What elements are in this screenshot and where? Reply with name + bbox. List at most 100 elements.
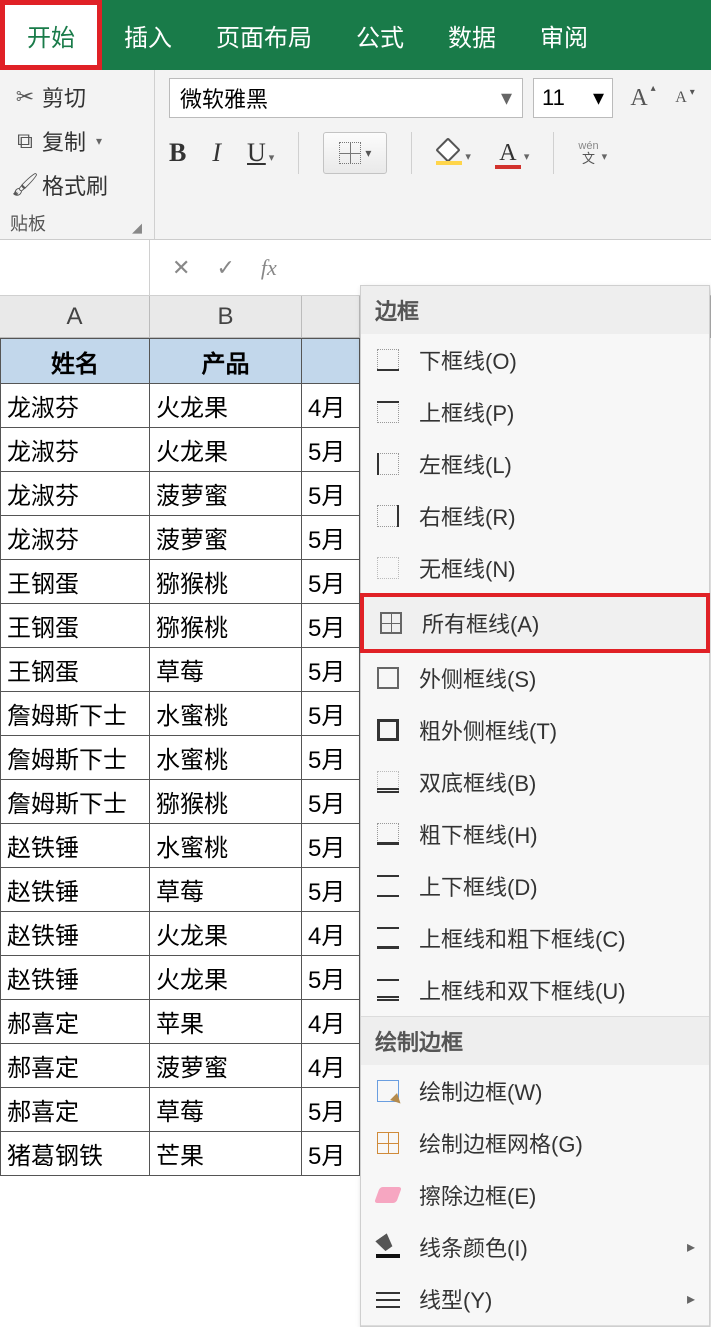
font-size-select[interactable]: 11 ▾: [533, 78, 613, 118]
cell[interactable]: 5月: [302, 736, 360, 780]
insert-function-button[interactable]: fx: [261, 255, 277, 281]
cell[interactable]: 郝喜定: [0, 1088, 150, 1132]
cell[interactable]: 龙淑芬: [0, 428, 150, 472]
tab-home[interactable]: 开始: [0, 0, 102, 70]
cell[interactable]: 菠萝蜜: [150, 472, 302, 516]
cell[interactable]: 5月: [302, 604, 360, 648]
menu-border-top-double-bottom[interactable]: 上框线和双下框线(U): [361, 964, 709, 1016]
menu-border-top-thick-bottom[interactable]: 上框线和粗下框线(C): [361, 912, 709, 964]
cell[interactable]: 赵铁锤: [0, 912, 150, 956]
cell[interactable]: 王钢蛋: [0, 560, 150, 604]
cell[interactable]: 詹姆斯下士: [0, 736, 150, 780]
bold-button[interactable]: B: [169, 138, 186, 168]
cell[interactable]: 火龙果: [150, 912, 302, 956]
cell[interactable]: 猕猴桃: [150, 604, 302, 648]
cell[interactable]: 猕猴桃: [150, 780, 302, 824]
menu-border-outside[interactable]: 外侧框线(S): [361, 652, 709, 704]
borders-button[interactable]: ▾: [323, 132, 387, 174]
cell[interactable]: 5月: [302, 824, 360, 868]
menu-border-left[interactable]: 左框线(L): [361, 438, 709, 490]
format-painter-button[interactable]: 🖌 格式刷: [10, 166, 144, 204]
phonetic-guide-button[interactable]: wén 文: [578, 140, 607, 166]
cell[interactable]: 赵铁锤: [0, 956, 150, 1000]
cell[interactable]: 草莓: [150, 648, 302, 692]
menu-draw-border[interactable]: 绘制边框(W): [361, 1065, 709, 1117]
cell[interactable]: 4月: [302, 1000, 360, 1044]
confirm-formula-button[interactable]: ✓: [216, 255, 234, 281]
cell[interactable]: 猪葛钢铁: [0, 1132, 150, 1176]
cell[interactable]: 水蜜桃: [150, 824, 302, 868]
cell[interactable]: 水蜜桃: [150, 692, 302, 736]
cell[interactable]: 5月: [302, 868, 360, 912]
menu-border-thick-outside[interactable]: 粗外侧框线(T): [361, 704, 709, 756]
cell[interactable]: 5月: [302, 648, 360, 692]
tab-page-layout[interactable]: 页面布局: [194, 0, 334, 70]
tab-formula[interactable]: 公式: [334, 0, 426, 70]
cell[interactable]: 4月: [302, 1044, 360, 1088]
cell[interactable]: 草莓: [150, 868, 302, 912]
cell[interactable]: 菠萝蜜: [150, 1044, 302, 1088]
cell[interactable]: 5月: [302, 780, 360, 824]
cell[interactable]: 草莓: [150, 1088, 302, 1132]
cell[interactable]: 芒果: [150, 1132, 302, 1176]
cell[interactable]: 5月: [302, 560, 360, 604]
column-header-c[interactable]: [302, 296, 360, 337]
cell[interactable]: 郝喜定: [0, 1044, 150, 1088]
menu-draw-border-grid[interactable]: 绘制边框网格(G): [361, 1117, 709, 1169]
cancel-formula-button[interactable]: ✕: [172, 255, 190, 281]
cell[interactable]: 5月: [302, 472, 360, 516]
menu-border-top-bottom[interactable]: 上下框线(D): [361, 860, 709, 912]
cell[interactable]: 龙淑芬: [0, 472, 150, 516]
cell[interactable]: 火龙果: [150, 956, 302, 1000]
cell[interactable]: 5月: [302, 956, 360, 1000]
italic-button[interactable]: I: [212, 138, 221, 168]
cell[interactable]: 5月: [302, 1088, 360, 1132]
menu-border-bottom[interactable]: 下框线(O): [361, 334, 709, 386]
cell[interactable]: 王钢蛋: [0, 604, 150, 648]
menu-border-double-bottom[interactable]: 双底框线(B): [361, 756, 709, 808]
fill-color-button[interactable]: [436, 140, 471, 166]
header-cell-product[interactable]: 产品: [150, 338, 302, 384]
cell[interactable]: 龙淑芬: [0, 384, 150, 428]
font-color-button[interactable]: A: [495, 140, 530, 167]
column-header-a[interactable]: A: [0, 296, 150, 337]
cell[interactable]: 赵铁锤: [0, 868, 150, 912]
cell[interactable]: 龙淑芬: [0, 516, 150, 560]
cell[interactable]: 5月: [302, 1132, 360, 1176]
menu-line-style[interactable]: 线型(Y) ▸: [361, 1273, 709, 1325]
tab-review[interactable]: 审阅: [518, 0, 610, 70]
font-name-select[interactable]: 微软雅黑 ▾: [169, 78, 523, 118]
cell[interactable]: 4月: [302, 912, 360, 956]
cell[interactable]: 苹果: [150, 1000, 302, 1044]
tab-insert[interactable]: 插入: [102, 0, 194, 70]
menu-line-color[interactable]: 线条颜色(I) ▸: [361, 1221, 709, 1273]
cut-button[interactable]: ✂ 剪切: [10, 78, 144, 116]
menu-border-all[interactable]: 所有框线(A): [360, 593, 710, 653]
menu-border-thick-bottom[interactable]: 粗下框线(H): [361, 808, 709, 860]
column-header-b[interactable]: B: [150, 296, 302, 337]
cell[interactable]: 火龙果: [150, 428, 302, 472]
menu-border-right[interactable]: 右框线(R): [361, 490, 709, 542]
cell[interactable]: 郝喜定: [0, 1000, 150, 1044]
cell[interactable]: 赵铁锤: [0, 824, 150, 868]
clipboard-dialog-launcher[interactable]: ◢: [132, 220, 144, 236]
menu-border-top[interactable]: 上框线(P): [361, 386, 709, 438]
name-box[interactable]: [0, 240, 150, 295]
tab-data[interactable]: 数据: [426, 0, 518, 70]
menu-border-none[interactable]: 无框线(N): [361, 542, 709, 594]
underline-button[interactable]: U: [247, 138, 274, 168]
cell[interactable]: 4月: [302, 384, 360, 428]
cell[interactable]: 5月: [302, 428, 360, 472]
header-cell-c[interactable]: [302, 338, 360, 384]
cell[interactable]: 詹姆斯下士: [0, 780, 150, 824]
menu-erase-border[interactable]: 擦除边框(E): [361, 1169, 709, 1221]
cell[interactable]: 詹姆斯下士: [0, 692, 150, 736]
cell[interactable]: 火龙果: [150, 384, 302, 428]
cell[interactable]: 水蜜桃: [150, 736, 302, 780]
header-cell-name[interactable]: 姓名: [0, 338, 150, 384]
cell[interactable]: 猕猴桃: [150, 560, 302, 604]
cell[interactable]: 5月: [302, 516, 360, 560]
cell[interactable]: 5月: [302, 692, 360, 736]
copy-button[interactable]: ⧉ 复制: [10, 122, 144, 160]
cell[interactable]: 菠萝蜜: [150, 516, 302, 560]
